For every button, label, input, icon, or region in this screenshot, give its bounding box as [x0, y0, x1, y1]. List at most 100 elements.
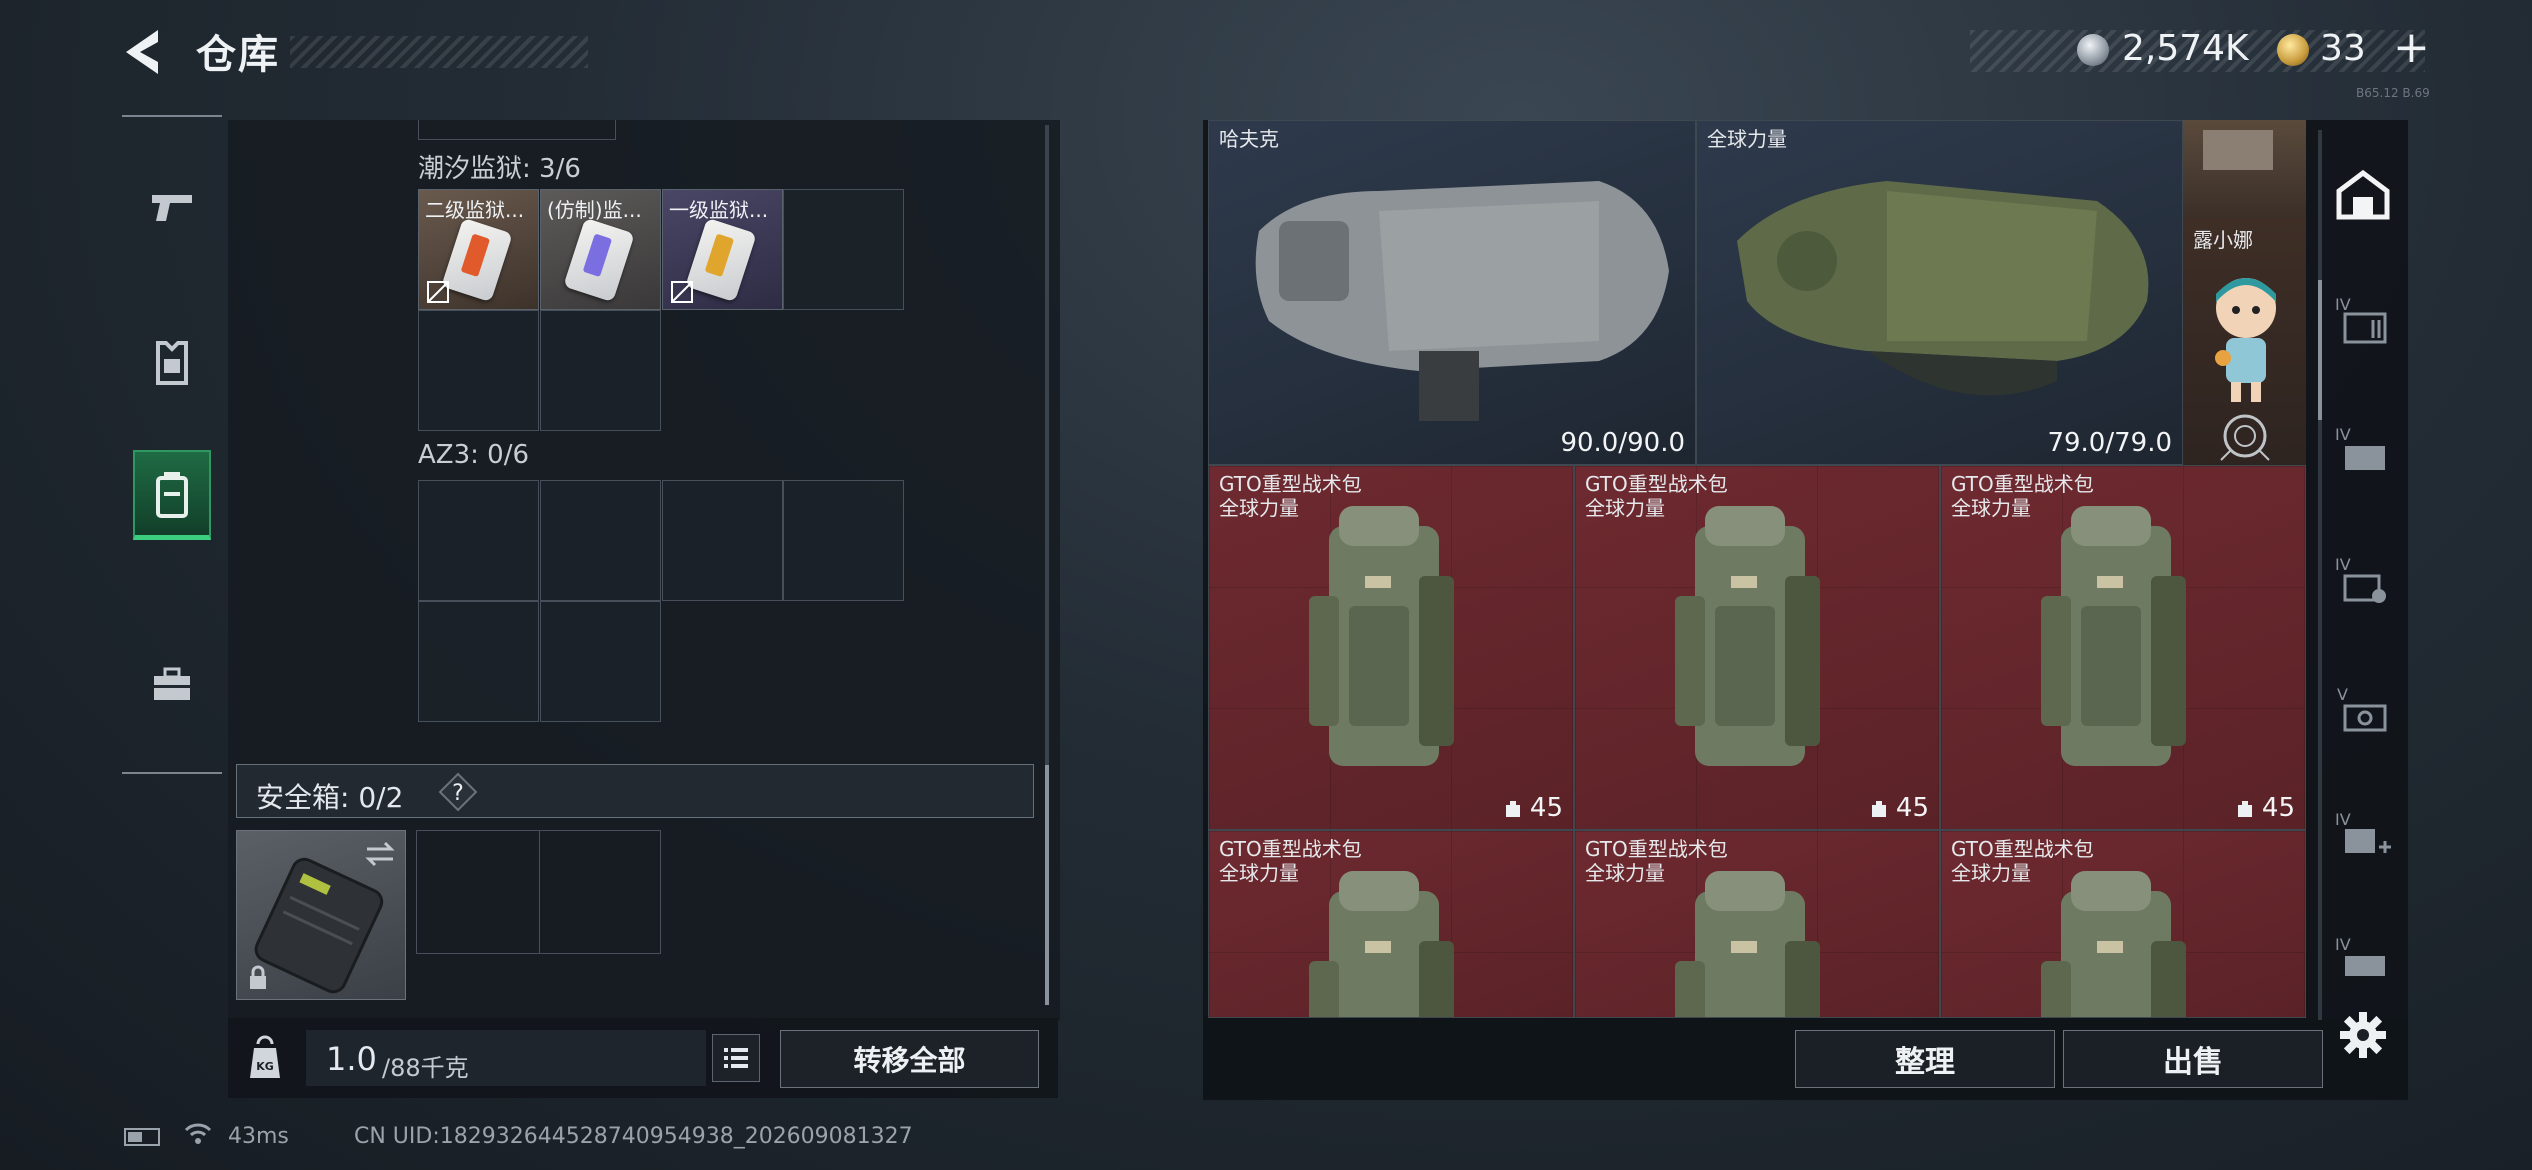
- help-icon[interactable]: ?: [438, 772, 478, 812]
- item-backpack[interactable]: GTO重型战术包 全球力量 45: [1574, 465, 1940, 830]
- item-backpack[interactable]: GTO重型战术包 全球力量: [1208, 830, 1574, 1018]
- item-name: (仿制)监...: [547, 198, 642, 222]
- user-uid: CN UID:1829326445287409549​38_2026090813…: [354, 1124, 913, 1149]
- gear-icon: [2340, 1012, 2386, 1058]
- scrollbar-thumb[interactable]: [1045, 765, 1049, 1005]
- rail-item-tab-4[interactable]: V: [2328, 675, 2398, 745]
- battery-icon: [124, 1128, 160, 1146]
- empty-slot[interactable]: [540, 480, 661, 601]
- container-scrollbar[interactable]: [1045, 125, 1049, 1005]
- target-icon: [2220, 414, 2270, 461]
- rail-item-tab-3[interactable]: IV: [2328, 545, 2398, 615]
- title-decoration: [290, 36, 588, 68]
- rail-item-tab-5[interactable]: IV: [2328, 925, 2398, 995]
- transfer-all-button[interactable]: 转移全部: [780, 1030, 1039, 1088]
- sidebar-item-backpack[interactable]: [133, 450, 211, 540]
- item-key-card-3[interactable]: 一级监狱...: [662, 189, 783, 310]
- settings-button[interactable]: [2328, 1000, 2398, 1070]
- backpack-icon: [2041, 871, 2186, 1017]
- backpack-icon: [1309, 871, 1454, 1017]
- item-backpack[interactable]: GTO重型战术包 全球力量 45: [1208, 465, 1574, 830]
- rail-item-tab-1[interactable]: IV: [2328, 285, 2398, 355]
- charm-name: 露小娜: [2193, 228, 2253, 252]
- list-icon: [724, 1048, 748, 1068]
- armor-vest-icon: [1737, 181, 2149, 396]
- item-backpack[interactable]: GTO重型战术包 全球力量: [1940, 830, 2306, 1018]
- previous-grid-edge: [418, 120, 616, 140]
- item-backpack[interactable]: GTO重型战术包 全球力量 45: [1940, 465, 2306, 830]
- warehouse-scrollbar[interactable]: [2318, 130, 2322, 1020]
- item-name: 一级监狱...: [669, 198, 769, 222]
- storage-tab-icon: IV: [2335, 295, 2387, 344]
- rail-item-add[interactable]: IV: [2328, 800, 2398, 870]
- page-title: 仓库: [196, 32, 280, 78]
- not-tradeable-icon: [671, 281, 693, 303]
- empty-slot[interactable]: [783, 480, 904, 601]
- add-currency-button[interactable]: +: [2393, 22, 2430, 73]
- empty-slot[interactable]: [417, 831, 540, 953]
- backpack-icon: [2041, 506, 2186, 766]
- wifi-icon: [184, 1123, 212, 1144]
- sidebar-item-weapons[interactable]: [133, 162, 211, 252]
- rail-item-tab-2[interactable]: IV: [2328, 415, 2398, 485]
- organize-button[interactable]: 整理: [1795, 1030, 2055, 1088]
- item-backpack[interactable]: GTO重型战术包 全球力量: [1574, 830, 1940, 1018]
- capacity: 45: [2234, 793, 2295, 823]
- durability: 79.0/79.0: [2047, 428, 2172, 458]
- item-key-card-1[interactable]: 二级监狱...: [418, 189, 539, 310]
- pistol-icon: [152, 195, 192, 221]
- rail-item-warehouse[interactable]: [2328, 160, 2398, 230]
- empty-slot[interactable]: [418, 310, 539, 431]
- svg-text:IV: IV: [2335, 935, 2351, 954]
- key-card-icon: [563, 217, 635, 303]
- item-name: 二级监狱...: [425, 198, 525, 222]
- item-key-card-2[interactable]: (仿制)监...: [540, 189, 661, 310]
- storage-tab-icon: IV: [2335, 425, 2385, 470]
- back-arrow-icon[interactable]: [118, 22, 168, 82]
- svg-text:IV: IV: [2335, 425, 2351, 444]
- gold-amount: 33: [2320, 28, 2366, 69]
- empty-slot[interactable]: [418, 480, 539, 601]
- safe-box-empty-slots[interactable]: [416, 830, 661, 954]
- scrollbar-thumb[interactable]: [2318, 280, 2322, 420]
- silver-coin-icon: [2077, 34, 2109, 66]
- safe-box-label: 安全箱: 0/2: [256, 781, 404, 814]
- storage-tab-icon: V: [2337, 685, 2387, 732]
- lock-icon: [250, 965, 266, 989]
- silver-amount: 2,574K: [2122, 28, 2249, 69]
- backpack-icon: [1309, 506, 1454, 766]
- section-label-az3: AZ3: 0/6: [418, 440, 530, 470]
- warehouse-icon: [2336, 169, 2390, 220]
- empty-slot[interactable]: [540, 310, 661, 431]
- list-view-button[interactable]: [712, 1034, 760, 1082]
- ping-indicator: 43ms: [228, 1124, 289, 1149]
- armor-vest-icon: [156, 341, 188, 385]
- swap-icon[interactable]: [363, 839, 397, 869]
- svg-text:IV: IV: [2335, 555, 2351, 574]
- empty-slot[interactable]: [662, 480, 783, 601]
- item-armor-vest-1[interactable]: 哈夫克 90.0/90.0: [1208, 120, 1696, 465]
- storage-tab-icon: IV: [2335, 555, 2386, 603]
- svg-text:IV: IV: [2335, 810, 2351, 829]
- key-card-icon: [685, 217, 757, 303]
- item-armor-vest-2[interactable]: 全球力量 79.0/79.0: [1696, 120, 2183, 465]
- item-name: 哈夫克: [1219, 127, 1279, 151]
- backpack-icon: [1675, 871, 1820, 1017]
- section-label-tidal-prison: 潮汐监狱: 3/6: [418, 154, 581, 184]
- empty-slot[interactable]: [540, 601, 661, 722]
- safe-box-item[interactable]: [236, 830, 406, 1000]
- svg-text:KG: KG: [256, 1060, 274, 1073]
- sell-button[interactable]: 出售: [2063, 1030, 2323, 1088]
- charm-slot-top: [2183, 120, 2306, 220]
- capacity: 45: [1868, 793, 1929, 823]
- weight-current: 1.0: [326, 1040, 377, 1078]
- sidebar-item-armor[interactable]: [133, 318, 211, 408]
- sidebar-item-toolbox[interactable]: [133, 640, 211, 730]
- armor-vest-icon: [1255, 181, 1669, 421]
- empty-slot[interactable]: [418, 601, 539, 722]
- storage-tab-icon: IV: [2335, 935, 2385, 976]
- capacity-icon: [1871, 801, 1886, 817]
- capacity-icon: [2237, 801, 2252, 817]
- charm-slot[interactable]: 露小娜: [2183, 218, 2306, 468]
- empty-slot[interactable]: [783, 189, 904, 310]
